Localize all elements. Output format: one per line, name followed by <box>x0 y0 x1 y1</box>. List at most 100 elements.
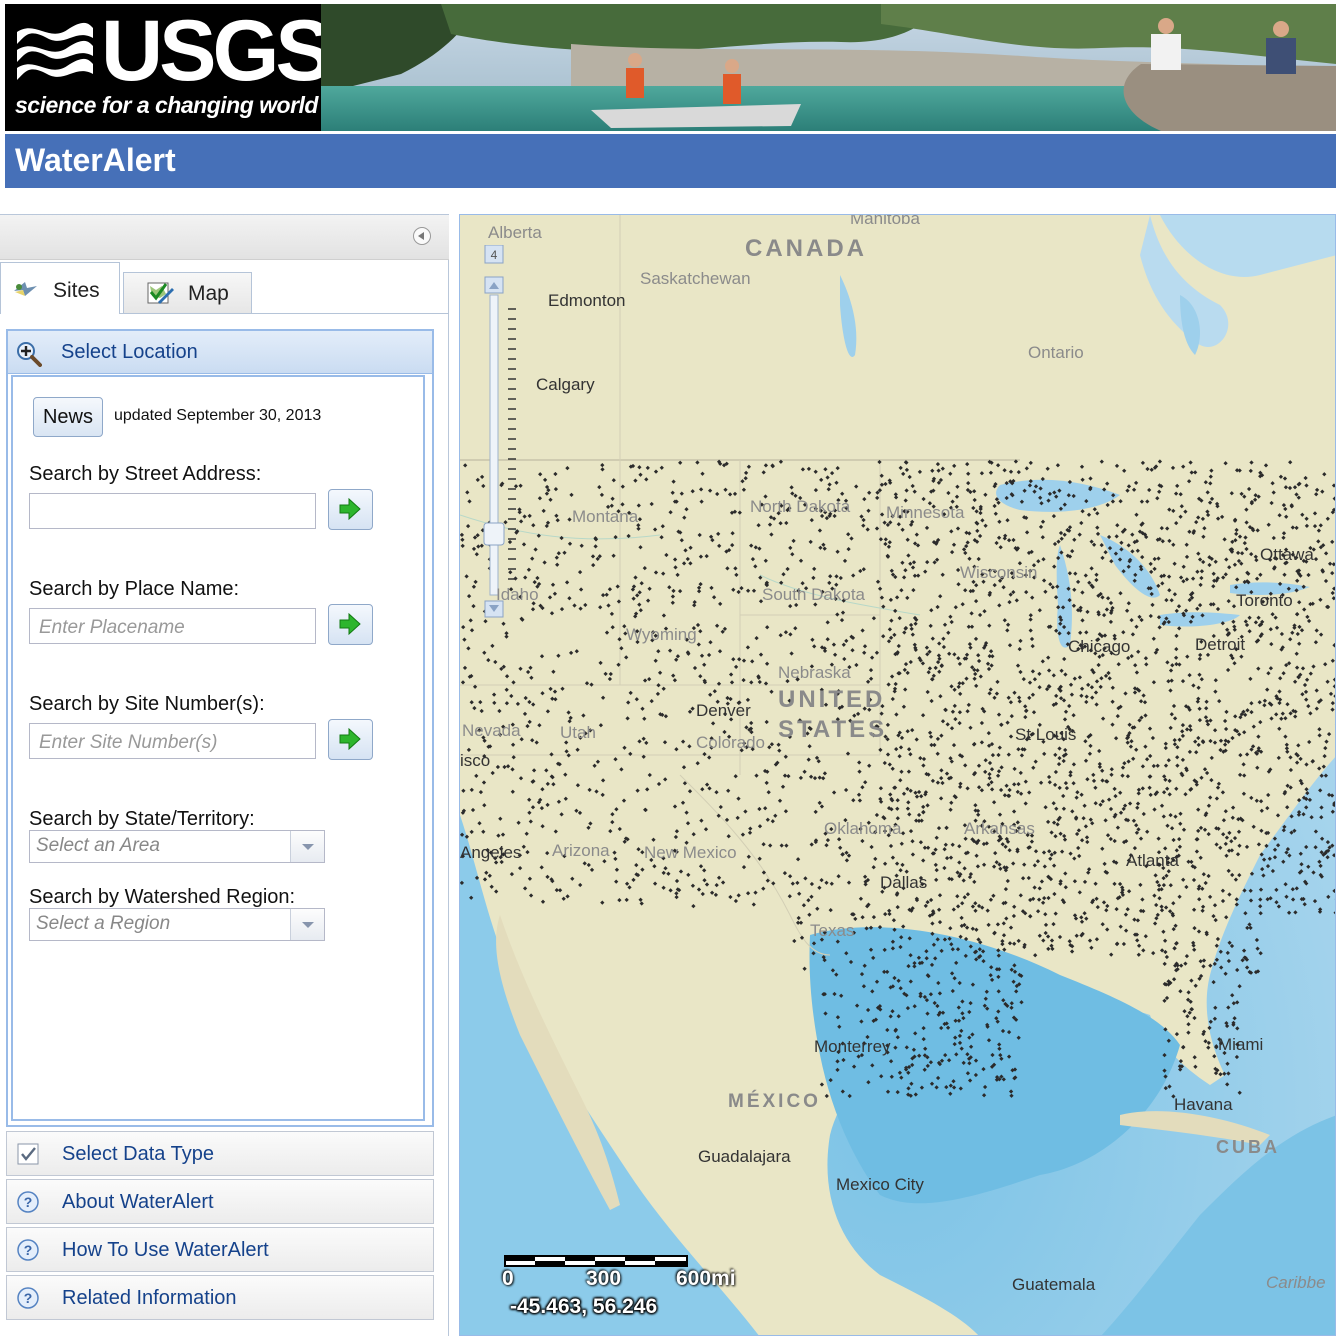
about-wateralert-header[interactable]: ? About WaterAlert <box>6 1179 434 1224</box>
help-icon: ? <box>17 1287 39 1309</box>
label-city: Ottawa <box>1260 545 1314 564</box>
header-banner: USGS science for a changing world <box>5 4 1336 131</box>
map-view[interactable]: 4 Alberta Manitoba CANADA Saskatchewan O… <box>459 214 1336 1336</box>
state-territory-select[interactable]: Select an Area <box>29 830 325 863</box>
label-region: Manitoba <box>850 214 920 228</box>
place-name-input[interactable]: Enter Placename <box>29 608 316 644</box>
select-location-panel: Select Location News updated September 3… <box>6 329 434 1127</box>
label-region: Wisconsin <box>960 563 1038 582</box>
svg-text:?: ? <box>24 1290 33 1306</box>
usgs-tagline: science for a changing world <box>15 92 318 118</box>
label-region: Oklahoma <box>824 819 902 838</box>
svg-text:?: ? <box>24 1242 33 1258</box>
label-region: Nevada <box>462 721 521 740</box>
zoom-slider[interactable]: 4 <box>482 245 506 625</box>
about-wateralert-title: About WaterAlert <box>62 1191 214 1213</box>
label-country: CUBA <box>1216 1137 1280 1157</box>
usgs-wordmark: USGS <box>101 4 333 99</box>
scale-label-0: 0 <box>502 1267 514 1290</box>
label-region: Idaho <box>496 585 539 604</box>
street-address-go-button[interactable] <box>328 489 373 530</box>
go-arrow-icon <box>339 613 361 635</box>
chevron-down-icon[interactable] <box>290 909 324 940</box>
watershed-region-value: Select a Region <box>36 913 171 934</box>
related-information-header[interactable]: ? Related Information <box>6 1275 434 1320</box>
label-region: Ontario <box>1028 343 1084 362</box>
label-city: Chicago <box>1068 637 1131 656</box>
sites-icon <box>14 282 37 296</box>
label-region: Saskatchewan <box>640 269 751 288</box>
news-updated-text: updated September 30, 2013 <box>114 407 322 424</box>
site-number-go-button[interactable] <box>328 719 373 760</box>
label-city: Denver <box>696 701 751 720</box>
related-information-title: Related Information <box>62 1287 237 1309</box>
help-icon: ? <box>17 1191 39 1213</box>
street-address-input[interactable] <box>29 493 316 529</box>
zoom-search-icon <box>17 342 42 367</box>
label-city: Havana <box>1174 1095 1233 1114</box>
how-to-use-title: How To Use WaterAlert <box>62 1239 269 1261</box>
collapse-panel-icon[interactable] <box>413 227 431 245</box>
state-territory-label: Search by State/Territory: <box>29 808 255 830</box>
checkbox-icon <box>17 1143 39 1165</box>
zoom-ticks <box>508 305 520 585</box>
state-territory-value: Select an Area <box>36 835 160 856</box>
label-city: Calgary <box>536 375 595 394</box>
label-country: CANADA <box>745 235 867 262</box>
label-region: Utah <box>560 723 596 742</box>
usgs-logo[interactable]: USGS science for a changing world <box>5 4 333 131</box>
tab-map[interactable]: Map <box>123 272 252 314</box>
label-region: Texas <box>810 921 855 940</box>
label-region: New Mexico <box>644 843 737 862</box>
map-edit-icon <box>147 282 174 304</box>
site-number-input[interactable]: Enter Site Number(s) <box>29 723 316 759</box>
label-region: Minnesota <box>886 503 965 522</box>
select-location-body: News updated September 30, 2013 Search b… <box>11 375 425 1121</box>
tab-divider <box>120 313 449 314</box>
label-city: Monterrey <box>814 1037 891 1056</box>
go-arrow-icon <box>339 498 361 520</box>
tab-map-label: Map <box>188 282 229 305</box>
select-data-type-title: Select Data Type <box>62 1143 214 1165</box>
left-panel: Sites Map Select Location News updated S… <box>0 214 449 1336</box>
label-city: Dallas <box>880 873 928 892</box>
tab-sites[interactable]: Sites <box>0 262 120 314</box>
svg-text:?: ? <box>24 1194 33 1210</box>
label-region: Caribbe <box>1266 1273 1326 1292</box>
label-region: Arizona <box>552 841 610 860</box>
place-name-go-button[interactable] <box>328 604 373 645</box>
how-to-use-header[interactable]: ? How To Use WaterAlert <box>6 1227 434 1272</box>
street-address-label: Search by Street Address: <box>29 463 262 485</box>
label-city: Detroit <box>1195 635 1246 654</box>
place-name-label: Search by Place Name: <box>29 578 240 600</box>
select-location-header[interactable]: Select Location <box>8 331 432 374</box>
header-photo <box>321 4 1336 131</box>
select-data-type-header[interactable]: Select Data Type <box>6 1131 434 1176</box>
news-button[interactable]: News <box>33 397 103 437</box>
watershed-region-select[interactable]: Select a Region <box>29 908 325 941</box>
label-city: Atlanta <box>1126 851 1179 870</box>
scale-label-600mi: 600mi <box>676 1267 736 1290</box>
label-city: Guadalajara <box>698 1147 791 1166</box>
chevron-down-icon[interactable] <box>290 831 324 862</box>
label-region: Wyoming <box>626 625 697 644</box>
label-city: isco <box>460 751 491 770</box>
label-region: Arkansas <box>964 819 1035 838</box>
label-region: Nebraska <box>778 663 851 682</box>
cursor-coordinates: -45.463, 56.246 <box>510 1295 658 1318</box>
label-region: Montana <box>572 507 639 526</box>
label-region: Colorado <box>696 733 765 752</box>
site-number-label: Search by Site Number(s): <box>29 693 265 715</box>
label-city: Mexico City <box>836 1175 924 1194</box>
label-city: Toronto <box>1236 591 1293 610</box>
label-city: Edmonton <box>548 291 626 310</box>
tab-sites-label: Sites <box>53 279 100 302</box>
label-country: MÉXICO <box>728 1091 821 1112</box>
label-city: St Louis <box>1015 725 1077 744</box>
go-arrow-icon <box>339 728 361 750</box>
panel-header <box>0 215 449 260</box>
label-city: Miami <box>1218 1035 1264 1054</box>
scale-label-300: 300 <box>586 1267 622 1290</box>
select-location-title: Select Location <box>61 341 198 363</box>
label-city: Angeles <box>460 843 522 862</box>
